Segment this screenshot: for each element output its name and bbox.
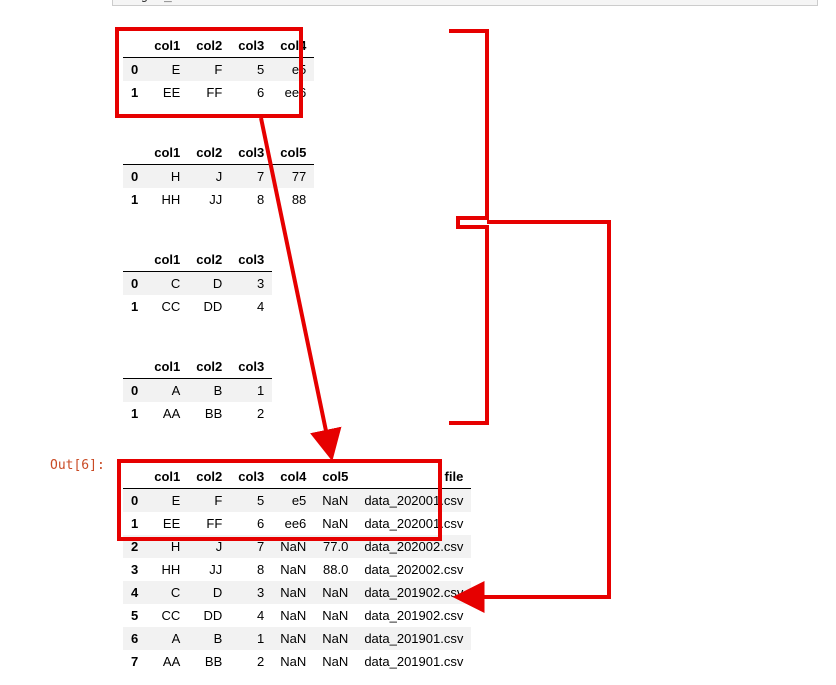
table-cell: 4 bbox=[230, 604, 272, 627]
row-index: 3 bbox=[123, 558, 146, 581]
row-index: 1 bbox=[123, 402, 146, 425]
table-cell: NaN bbox=[272, 604, 314, 627]
table-cell: NaN bbox=[314, 627, 356, 650]
table-cell: data_201901.csv bbox=[356, 650, 471, 673]
table-cell: C bbox=[146, 581, 188, 604]
bracket-merged bbox=[459, 222, 609, 597]
table-cell: AA bbox=[146, 650, 188, 673]
table-cell: NaN bbox=[314, 581, 356, 604]
column-header: col3 bbox=[230, 355, 272, 379]
row-index: 5 bbox=[123, 604, 146, 627]
dataframe-table-3: col1col2col30CD31CCDD4 bbox=[123, 248, 272, 318]
table-cell: 2 bbox=[230, 650, 272, 673]
table-cell: 1 bbox=[230, 379, 272, 403]
table-cell: 3 bbox=[230, 581, 272, 604]
row-index: 1 bbox=[123, 295, 146, 318]
table-cell: 8 bbox=[230, 558, 272, 581]
table-cell: A bbox=[146, 627, 188, 650]
table-cell: JJ bbox=[188, 558, 230, 581]
row-index: 0 bbox=[123, 379, 146, 403]
table-cell: data_202002.csv bbox=[356, 558, 471, 581]
table-cell: NaN bbox=[272, 558, 314, 581]
row-index: 4 bbox=[123, 581, 146, 604]
table-cell: DD bbox=[188, 604, 230, 627]
table-cell: data_201902.csv bbox=[356, 604, 471, 627]
row-index-header bbox=[123, 141, 146, 165]
table-cell: 2 bbox=[230, 402, 272, 425]
table-cell: JJ bbox=[188, 188, 230, 211]
table-cell: B bbox=[188, 627, 230, 650]
column-header: col3 bbox=[230, 248, 272, 272]
table-cell: 4 bbox=[230, 295, 272, 318]
table-cell: HH bbox=[146, 558, 188, 581]
table-cell: DD bbox=[188, 295, 230, 318]
table-cell: 7 bbox=[230, 165, 272, 189]
table-cell: AA bbox=[146, 402, 188, 425]
code-input-cell: merged_df bbox=[112, 0, 818, 6]
table-cell: 1 bbox=[230, 627, 272, 650]
table-cell: 88 bbox=[272, 188, 314, 211]
column-header: col1 bbox=[146, 355, 188, 379]
table-row: 1CCDD4 bbox=[123, 295, 272, 318]
table-cell: BB bbox=[188, 402, 230, 425]
table-row: 7AABB2NaNNaNdata_201901.csv bbox=[123, 650, 471, 673]
table-row: 3HHJJ8NaN88.0data_202002.csv bbox=[123, 558, 471, 581]
table-cell: 8 bbox=[230, 188, 272, 211]
highlight-box-target bbox=[117, 459, 442, 541]
table-cell: BB bbox=[188, 650, 230, 673]
dataframe-table-4-wrap: col1col2col30AB11AABB2 bbox=[123, 355, 272, 425]
table-row: 6AB1NaNNaNdata_201901.csv bbox=[123, 627, 471, 650]
table-row: 5CCDD4NaNNaNdata_201902.csv bbox=[123, 604, 471, 627]
row-index-header bbox=[123, 248, 146, 272]
table-cell: CC bbox=[146, 604, 188, 627]
bracket-tables bbox=[449, 31, 487, 423]
table-cell: C bbox=[146, 272, 188, 296]
table-cell: D bbox=[188, 272, 230, 296]
highlight-box-source bbox=[115, 27, 303, 118]
table-cell: CC bbox=[146, 295, 188, 318]
table-cell: HH bbox=[146, 188, 188, 211]
dataframe-table-2-wrap: col1col2col3col50HJ7771HHJJ888 bbox=[123, 141, 314, 211]
column-header: col2 bbox=[188, 141, 230, 165]
column-header: col2 bbox=[188, 355, 230, 379]
dataframe-table-4: col1col2col30AB11AABB2 bbox=[123, 355, 272, 425]
out-label: Out[6]: bbox=[50, 458, 105, 473]
table-cell: D bbox=[188, 581, 230, 604]
row-index-header bbox=[123, 355, 146, 379]
table-cell: NaN bbox=[272, 581, 314, 604]
row-index: 1 bbox=[123, 188, 146, 211]
table-row: 4CD3NaNNaNdata_201902.csv bbox=[123, 581, 471, 604]
table-cell: 3 bbox=[230, 272, 272, 296]
table-cell: B bbox=[188, 379, 230, 403]
table-cell: data_201902.csv bbox=[356, 581, 471, 604]
column-header: col5 bbox=[272, 141, 314, 165]
table-row: 1HHJJ888 bbox=[123, 188, 314, 211]
column-header: col2 bbox=[188, 248, 230, 272]
table-row: 0AB1 bbox=[123, 379, 272, 403]
row-index: 6 bbox=[123, 627, 146, 650]
table-cell: data_201901.csv bbox=[356, 627, 471, 650]
table-cell: J bbox=[188, 165, 230, 189]
table-cell: NaN bbox=[272, 650, 314, 673]
row-index: 7 bbox=[123, 650, 146, 673]
table-cell: H bbox=[146, 165, 188, 189]
dataframe-table-3-wrap: col1col2col30CD31CCDD4 bbox=[123, 248, 272, 318]
table-cell: 77 bbox=[272, 165, 314, 189]
table-row: 0HJ777 bbox=[123, 165, 314, 189]
table-row: 0CD3 bbox=[123, 272, 272, 296]
dataframe-table-2: col1col2col3col50HJ7771HHJJ888 bbox=[123, 141, 314, 211]
table-row: 1AABB2 bbox=[123, 402, 272, 425]
table-cell: NaN bbox=[314, 604, 356, 627]
table-cell: NaN bbox=[272, 627, 314, 650]
table-cell: 88.0 bbox=[314, 558, 356, 581]
table-cell: A bbox=[146, 379, 188, 403]
column-header: col1 bbox=[146, 248, 188, 272]
table-cell: NaN bbox=[314, 650, 356, 673]
column-header: col1 bbox=[146, 141, 188, 165]
column-header: col3 bbox=[230, 141, 272, 165]
row-index: 0 bbox=[123, 272, 146, 296]
row-index: 0 bbox=[123, 165, 146, 189]
